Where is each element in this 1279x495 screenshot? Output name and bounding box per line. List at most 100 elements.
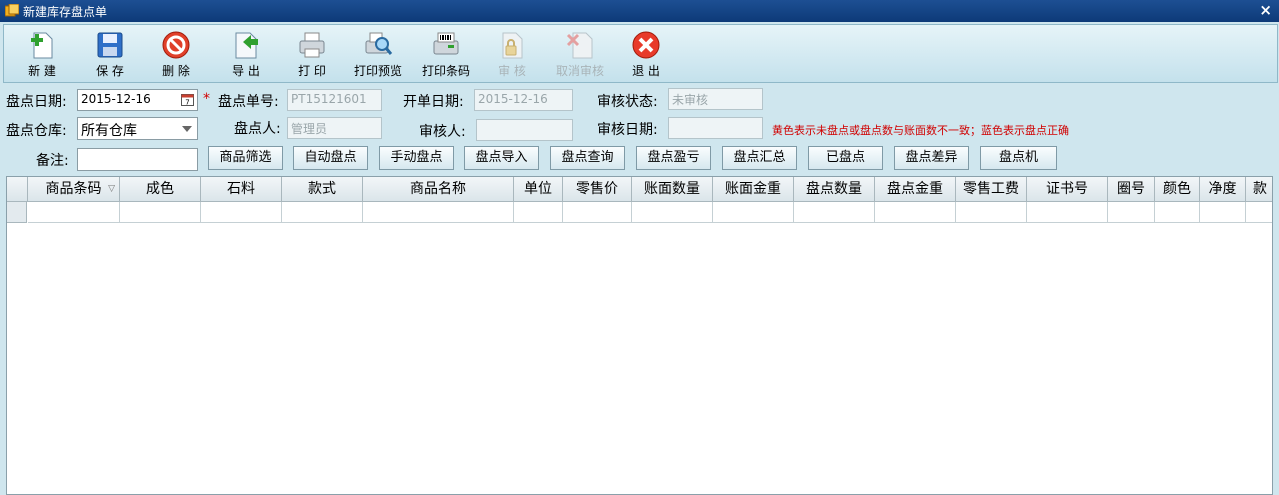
table-cell[interactable] xyxy=(1108,202,1155,223)
table-cell[interactable] xyxy=(514,202,563,223)
print-icon xyxy=(299,32,325,58)
svg-text:7: 7 xyxy=(185,99,189,107)
toolbar-label: 打 印 xyxy=(298,64,326,78)
auto-count-button[interactable]: 自动盘点 xyxy=(293,146,368,170)
audit-button[interactable]: 审 核 xyxy=(484,25,540,82)
new-button[interactable]: 新 建 xyxy=(14,25,70,82)
print-preview-icon xyxy=(365,32,393,55)
table-cell[interactable] xyxy=(1027,202,1108,223)
open-date-label: 开单日期: xyxy=(403,94,464,110)
column-header[interactable]: 零售价 xyxy=(563,177,632,202)
table-cell[interactable] xyxy=(794,202,875,223)
count-import-button[interactable]: 盘点导入 xyxy=(464,146,539,170)
audit-date-label: 审核日期: xyxy=(597,122,658,138)
save-button[interactable]: 保 存 xyxy=(80,25,140,82)
count-profit-loss-button[interactable]: 盘点盈亏 xyxy=(636,146,711,170)
cancel-audit-button[interactable]: 取消审核 xyxy=(548,25,612,82)
column-header[interactable]: 商品名称 xyxy=(363,177,514,202)
table-cell[interactable] xyxy=(1155,202,1200,223)
print-barcode-button[interactable]: 打印条码 xyxy=(416,25,476,82)
audit-status-label: 审核状态: xyxy=(597,94,658,110)
audit-status-input[interactable]: 未审核 xyxy=(668,88,763,110)
count-date-input[interactable]: 2015-12-16 7 xyxy=(77,89,198,111)
audit-icon xyxy=(502,32,523,59)
row-header-corner xyxy=(7,177,28,202)
column-header[interactable]: 账面金重 xyxy=(713,177,794,202)
table-cell[interactable] xyxy=(875,202,956,223)
column-header[interactable]: 证书号 xyxy=(1027,177,1108,202)
count-grid: 商品条码 ▽ 成色 石料 款式 商品名称 单位 零售价 账面数量 账面金重 盘点… xyxy=(6,176,1273,495)
cancel-audit-icon xyxy=(566,32,593,59)
column-header[interactable]: 零售工费 xyxy=(956,177,1027,202)
toolbar-label: 删 除 xyxy=(162,64,190,78)
sort-icon[interactable]: ▽ xyxy=(108,177,115,201)
column-header[interactable]: 商品条码 ▽ xyxy=(28,177,120,202)
column-header[interactable]: 石料 xyxy=(201,177,282,202)
open-date-input[interactable]: 2015-12-16 xyxy=(474,89,573,111)
counter-input[interactable]: 管理员 xyxy=(287,117,382,139)
toolbar-label: 取消审核 xyxy=(555,64,604,78)
table-cell[interactable] xyxy=(1200,202,1246,223)
audit-date-input[interactable] xyxy=(668,117,763,139)
remark-input[interactable] xyxy=(77,148,198,171)
table-cell[interactable] xyxy=(120,202,201,223)
exit-icon xyxy=(632,31,660,59)
column-header[interactable]: 单位 xyxy=(514,177,563,202)
export-button[interactable]: 导 出 xyxy=(218,25,274,82)
table-cell[interactable] xyxy=(956,202,1027,223)
count-device-button[interactable]: 盘点机 xyxy=(980,146,1057,170)
column-header[interactable]: 款式 xyxy=(282,177,363,202)
manual-count-button[interactable]: 手动盘点 xyxy=(379,146,454,170)
toolbar-label: 新 建 xyxy=(28,64,56,78)
print-barcode-icon xyxy=(433,32,459,55)
auditor-input[interactable] xyxy=(476,119,573,141)
warehouse-label: 盘点仓库: xyxy=(6,123,67,139)
count-date-label: 盘点日期: xyxy=(6,94,67,110)
warehouse-value: 所有仓库 xyxy=(81,123,137,139)
exit-button[interactable]: 退 出 xyxy=(618,25,674,82)
count-no-label: 盘点单号: xyxy=(218,94,279,110)
table-cell[interactable] xyxy=(201,202,282,223)
chevron-down-icon[interactable] xyxy=(182,126,192,132)
print-button[interactable]: 打 印 xyxy=(284,25,340,82)
table-cell[interactable] xyxy=(632,202,713,223)
toolbar: 新 建 保 存 删 除 导 出 打 印 打印预览 打印条码 审 核 取消审核 退… xyxy=(3,24,1278,83)
calendar-icon[interactable]: 7 xyxy=(181,93,194,106)
close-icon[interactable]: × xyxy=(1259,1,1272,19)
table-cell[interactable] xyxy=(1246,202,1272,223)
warehouse-select[interactable]: 所有仓库 xyxy=(77,117,198,140)
toolbar-label: 保 存 xyxy=(96,64,124,78)
title-bar: 新建库存盘点单 × xyxy=(0,0,1279,22)
column-header[interactable]: 盘点金重 xyxy=(875,177,956,202)
column-header[interactable]: 颜色 xyxy=(1155,177,1200,202)
table-cell[interactable] xyxy=(282,202,363,223)
count-date-value: 2015-12-16 xyxy=(81,92,151,106)
color-legend-hint: 黄色表示未盘点或盘点数与账面数不一致；蓝色表示盘点正确 xyxy=(772,124,1069,137)
column-header[interactable]: 款 xyxy=(1246,177,1272,202)
count-no-input[interactable]: PT15121601 xyxy=(287,89,382,111)
count-difference-button[interactable]: 盘点差异 xyxy=(894,146,969,170)
print-preview-button[interactable]: 打印预览 xyxy=(348,25,408,82)
column-header[interactable]: 成色 xyxy=(120,177,201,202)
delete-button[interactable]: 删 除 xyxy=(148,25,204,82)
counted-button[interactable]: 已盘点 xyxy=(808,146,883,170)
column-header[interactable]: 盘点数量 xyxy=(794,177,875,202)
table-cell[interactable] xyxy=(563,202,632,223)
column-header[interactable]: 圈号 xyxy=(1108,177,1155,202)
filter-goods-button[interactable]: 商品筛选 xyxy=(208,146,283,170)
column-header[interactable]: 净度 xyxy=(1200,177,1246,202)
toolbar-label: 审 核 xyxy=(498,64,526,78)
save-icon xyxy=(97,32,123,58)
toolbar-label: 导 出 xyxy=(232,64,260,78)
count-query-button[interactable]: 盘点查询 xyxy=(550,146,625,170)
window-title: 新建库存盘点单 xyxy=(23,5,108,19)
remark-label: 备注: xyxy=(36,153,69,169)
row-selector[interactable] xyxy=(7,202,27,223)
table-cell[interactable] xyxy=(28,202,120,223)
count-summary-button[interactable]: 盘点汇总 xyxy=(722,146,797,170)
table-cell[interactable] xyxy=(713,202,794,223)
auditor-label: 审核人: xyxy=(419,124,466,140)
column-header[interactable]: 账面数量 xyxy=(632,177,713,202)
table-cell[interactable] xyxy=(363,202,514,223)
toolbar-label: 打印条码 xyxy=(421,64,470,78)
